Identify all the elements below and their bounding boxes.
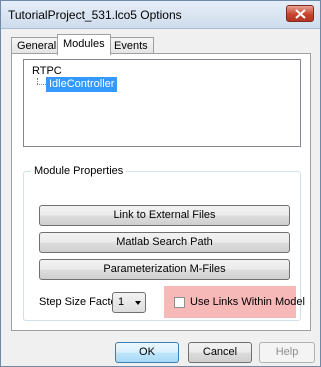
tab-general-label: General xyxy=(17,40,57,52)
link-external-files-label: Link to External Files xyxy=(113,209,216,221)
matlab-search-path-button[interactable]: Matlab Search Path xyxy=(39,232,290,253)
title-bar: TutorialProject_531.lco5 Options xyxy=(1,1,320,29)
chevron-down-icon xyxy=(135,301,141,305)
tab-general[interactable]: General xyxy=(11,37,63,54)
tab-modules[interactable]: Modules xyxy=(57,34,111,55)
help-label: Help xyxy=(275,346,299,358)
step-size-select[interactable]: 1 xyxy=(112,292,146,313)
parameterization-mfiles-button[interactable]: Parameterization M-Files xyxy=(39,259,290,280)
ok-label: OK xyxy=(139,346,155,358)
link-external-files-button[interactable]: Link to External Files xyxy=(39,205,290,226)
close-button[interactable] xyxy=(286,5,314,22)
module-tree[interactable]: RTPC IdleController xyxy=(23,59,301,147)
tree-connector-branch xyxy=(37,84,46,85)
tree-root-rtpc[interactable]: RTPC xyxy=(32,65,62,77)
help-button[interactable]: Help xyxy=(259,342,315,363)
tab-modules-label: Modules xyxy=(63,38,105,50)
step-size-value: 1 xyxy=(118,296,125,308)
tab-events[interactable]: Events xyxy=(108,37,154,54)
module-properties-label: Module Properties xyxy=(31,165,127,177)
tab-events-label: Events xyxy=(114,40,148,52)
matlab-search-path-label: Matlab Search Path xyxy=(116,236,213,248)
ok-button[interactable]: OK xyxy=(115,342,179,363)
use-links-checkbox[interactable] xyxy=(174,297,185,308)
cancel-label: Cancel xyxy=(202,346,238,358)
use-links-label[interactable]: Use Links Within Model xyxy=(190,296,305,308)
cancel-button[interactable]: Cancel xyxy=(188,342,252,363)
tree-item-idlecontroller[interactable]: IdleController xyxy=(46,77,118,92)
close-icon xyxy=(295,9,306,19)
step-size-label: Step Size Factor xyxy=(39,296,121,308)
options-dialog: TutorialProject_531.lco5 Options General… xyxy=(0,0,321,367)
parameterization-mfiles-label: Parameterization M-Files xyxy=(103,263,226,275)
window-title: TutorialProject_531.lco5 Options xyxy=(8,8,182,22)
